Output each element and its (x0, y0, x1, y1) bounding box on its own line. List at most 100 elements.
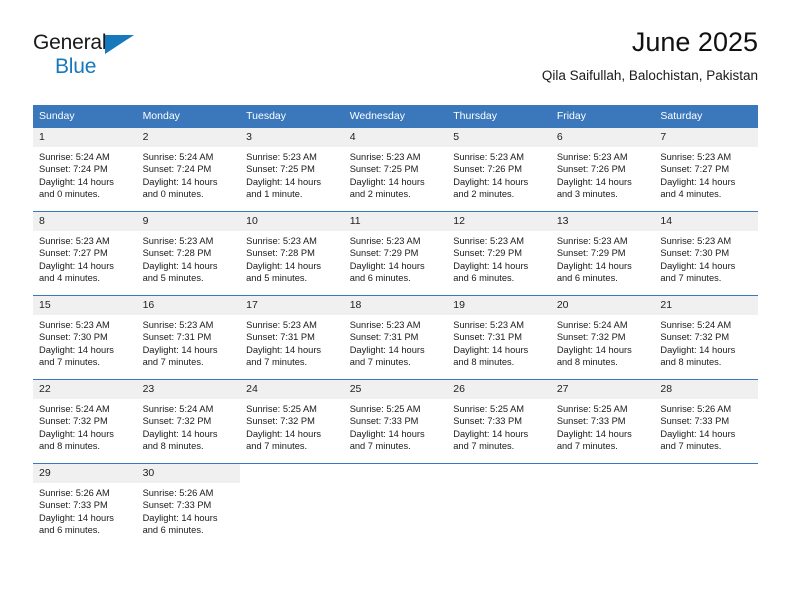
day-cell[interactable]: 10 Sunrise: 5:23 AM Sunset: 7:28 PM Dayl… (240, 211, 344, 296)
day-details: Sunrise: 5:23 AM Sunset: 7:30 PM Dayligh… (654, 231, 758, 285)
day-cell[interactable]: 17 Sunrise: 5:23 AM Sunset: 7:31 PM Dayl… (240, 295, 344, 380)
day-details: Sunrise: 5:25 AM Sunset: 7:33 PM Dayligh… (551, 399, 655, 453)
day-cell[interactable]: 18 Sunrise: 5:23 AM Sunset: 7:31 PM Dayl… (343, 295, 448, 380)
day-cell[interactable]: 5 Sunrise: 5:23 AM Sunset: 7:26 PM Dayli… (447, 127, 551, 212)
sunrise-text: Sunrise: 5:24 AM (39, 152, 110, 162)
day-number (550, 464, 655, 483)
day-cell[interactable]: 1 Sunrise: 5:24 AM Sunset: 7:24 PM Dayli… (33, 127, 137, 212)
day-cell[interactable]: 3 Sunrise: 5:23 AM Sunset: 7:25 PM Dayli… (240, 127, 344, 212)
day-number: 6 (550, 128, 655, 147)
daylight-text-line1: Daylight: 14 hours (39, 512, 114, 523)
day-cell[interactable]: 11 Sunrise: 5:23 AM Sunset: 7:29 PM Dayl… (343, 211, 448, 296)
daylight-text-line2: and 0 minutes. (142, 189, 204, 200)
daylight-text-line2: and 4 minutes. (660, 189, 722, 200)
day-cell[interactable]: 24 Sunrise: 5:25 AM Sunset: 7:32 PM Dayl… (240, 379, 344, 464)
sunrise-text: Sunrise: 5:25 AM (349, 404, 421, 414)
day-cell-empty (447, 463, 551, 547)
daylight-text-line1: Daylight: 14 hours (142, 344, 218, 355)
sunrise-text: Sunrise: 5:26 AM (660, 404, 732, 414)
daylight-text-line1: Daylight: 14 hours (349, 260, 425, 271)
sunset-text: Sunset: 7:33 PM (349, 416, 419, 427)
day-cell[interactable]: 16 Sunrise: 5:23 AM Sunset: 7:31 PM Dayl… (136, 295, 241, 380)
day-number: 9 (136, 212, 241, 231)
day-details: Sunrise: 5:23 AM Sunset: 7:26 PM Dayligh… (447, 147, 551, 201)
day-number (447, 464, 551, 483)
day-cell[interactable]: 15 Sunrise: 5:23 AM Sunset: 7:30 PM Dayl… (33, 295, 137, 380)
sunrise-text: Sunrise: 5:23 AM (39, 236, 110, 246)
day-number (343, 464, 448, 483)
day-details: Sunrise: 5:23 AM Sunset: 7:29 PM Dayligh… (447, 231, 551, 285)
daylight-text-line1: Daylight: 14 hours (142, 428, 218, 439)
day-cell[interactable]: 9 Sunrise: 5:23 AM Sunset: 7:28 PM Dayli… (136, 211, 241, 296)
day-details: Sunrise: 5:25 AM Sunset: 7:32 PM Dayligh… (240, 399, 344, 453)
day-number: 14 (654, 212, 758, 231)
sunset-text: Sunset: 7:32 PM (39, 416, 108, 427)
sunrise-text: Sunrise: 5:23 AM (39, 320, 110, 330)
day-cell[interactable]: 8 Sunrise: 5:23 AM Sunset: 7:27 PM Dayli… (33, 211, 137, 296)
day-details: Sunrise: 5:23 AM Sunset: 7:31 PM Dayligh… (447, 315, 551, 369)
day-cell[interactable]: 4 Sunrise: 5:23 AM Sunset: 7:25 PM Dayli… (343, 127, 448, 212)
daylight-text-line2: and 2 minutes. (453, 189, 515, 200)
day-cell[interactable]: 27 Sunrise: 5:25 AM Sunset: 7:33 PM Dayl… (550, 379, 655, 464)
sunset-text: Sunset: 7:32 PM (660, 332, 730, 343)
day-cell[interactable]: 28 Sunrise: 5:26 AM Sunset: 7:33 PM Dayl… (654, 379, 758, 464)
calendar-week-row: 8 Sunrise: 5:23 AM Sunset: 7:27 PM Dayli… (33, 211, 758, 296)
page-header: General Blue June 2025 Qila Saifullah, B… (33, 26, 758, 96)
sunrise-text: Sunrise: 5:23 AM (246, 236, 317, 246)
day-cell[interactable]: 30 Sunrise: 5:26 AM Sunset: 7:33 PM Dayl… (136, 463, 241, 547)
calendar-body: 1 Sunrise: 5:24 AM Sunset: 7:24 PM Dayli… (33, 127, 758, 547)
day-cell[interactable]: 25 Sunrise: 5:25 AM Sunset: 7:33 PM Dayl… (343, 379, 448, 464)
day-cell[interactable]: 6 Sunrise: 5:23 AM Sunset: 7:26 PM Dayli… (550, 127, 655, 212)
day-details: Sunrise: 5:24 AM Sunset: 7:32 PM Dayligh… (33, 399, 137, 453)
day-number: 21 (654, 296, 758, 315)
daylight-text-line1: Daylight: 14 hours (556, 344, 632, 355)
daylight-text-line2: and 7 minutes. (246, 441, 308, 452)
sunrise-text: Sunrise: 5:24 AM (556, 320, 628, 330)
sunset-text: Sunset: 7:27 PM (660, 164, 730, 175)
day-cell[interactable]: 26 Sunrise: 5:25 AM Sunset: 7:33 PM Dayl… (447, 379, 551, 464)
daylight-text-line1: Daylight: 14 hours (556, 260, 632, 271)
day-cell[interactable]: 21 Sunrise: 5:24 AM Sunset: 7:32 PM Dayl… (654, 295, 758, 380)
day-cell[interactable]: 13 Sunrise: 5:23 AM Sunset: 7:29 PM Dayl… (550, 211, 655, 296)
day-number: 17 (240, 296, 344, 315)
day-number: 15 (33, 296, 137, 315)
day-cell[interactable]: 20 Sunrise: 5:24 AM Sunset: 7:32 PM Dayl… (550, 295, 655, 380)
column-header-monday: Monday (136, 105, 241, 128)
daylight-text-line1: Daylight: 14 hours (660, 344, 736, 355)
calendar-header-row: Sunday Monday Tuesday Wednesday Thursday… (33, 105, 758, 128)
sunset-text: Sunset: 7:30 PM (39, 332, 108, 343)
day-cell[interactable]: 29 Sunrise: 5:26 AM Sunset: 7:33 PM Dayl… (33, 463, 137, 547)
day-cell[interactable]: 2 Sunrise: 5:24 AM Sunset: 7:24 PM Dayli… (136, 127, 241, 212)
sunset-text: Sunset: 7:33 PM (453, 416, 522, 427)
daylight-text-line2: and 8 minutes. (142, 441, 204, 452)
day-cell[interactable]: 19 Sunrise: 5:23 AM Sunset: 7:31 PM Dayl… (447, 295, 551, 380)
day-cell-empty (343, 463, 448, 547)
daylight-text-line1: Daylight: 14 hours (246, 344, 322, 355)
day-cell[interactable]: 14 Sunrise: 5:23 AM Sunset: 7:30 PM Dayl… (654, 211, 758, 296)
sunrise-text: Sunrise: 5:26 AM (142, 488, 214, 498)
logo-text-blue: Blue (55, 55, 97, 78)
day-details: Sunrise: 5:25 AM Sunset: 7:33 PM Dayligh… (447, 399, 551, 453)
logo-generalblue[interactable]: General Blue (33, 32, 153, 80)
sunset-text: Sunset: 7:27 PM (39, 248, 108, 259)
day-cell[interactable]: 12 Sunrise: 5:23 AM Sunset: 7:29 PM Dayl… (447, 211, 551, 296)
day-cell[interactable]: 22 Sunrise: 5:24 AM Sunset: 7:32 PM Dayl… (33, 379, 137, 464)
sunrise-text: Sunrise: 5:23 AM (142, 320, 214, 330)
daylight-text-line2: and 8 minutes. (39, 441, 100, 452)
sunset-text: Sunset: 7:33 PM (660, 416, 730, 427)
daylight-text-line1: Daylight: 14 hours (556, 176, 632, 187)
day-cell-empty (240, 463, 344, 547)
day-number: 7 (654, 128, 758, 147)
day-cell[interactable]: 7 Sunrise: 5:23 AM Sunset: 7:27 PM Dayli… (654, 127, 758, 212)
sunset-text: Sunset: 7:31 PM (453, 332, 522, 343)
day-cell[interactable]: 23 Sunrise: 5:24 AM Sunset: 7:32 PM Dayl… (136, 379, 241, 464)
day-details: Sunrise: 5:24 AM Sunset: 7:32 PM Dayligh… (654, 315, 758, 369)
column-header-saturday: Saturday (654, 105, 758, 128)
title-block: June 2025 Qila Saifullah, Balochistan, P… (542, 26, 758, 85)
sunrise-text: Sunrise: 5:23 AM (660, 236, 732, 246)
day-details: Sunrise: 5:23 AM Sunset: 7:26 PM Dayligh… (551, 147, 655, 201)
sunset-text: Sunset: 7:29 PM (453, 248, 522, 259)
daylight-text-line2: and 6 minutes. (453, 273, 515, 284)
daylight-text-line1: Daylight: 14 hours (246, 176, 322, 187)
daylight-text-line1: Daylight: 14 hours (39, 260, 114, 271)
